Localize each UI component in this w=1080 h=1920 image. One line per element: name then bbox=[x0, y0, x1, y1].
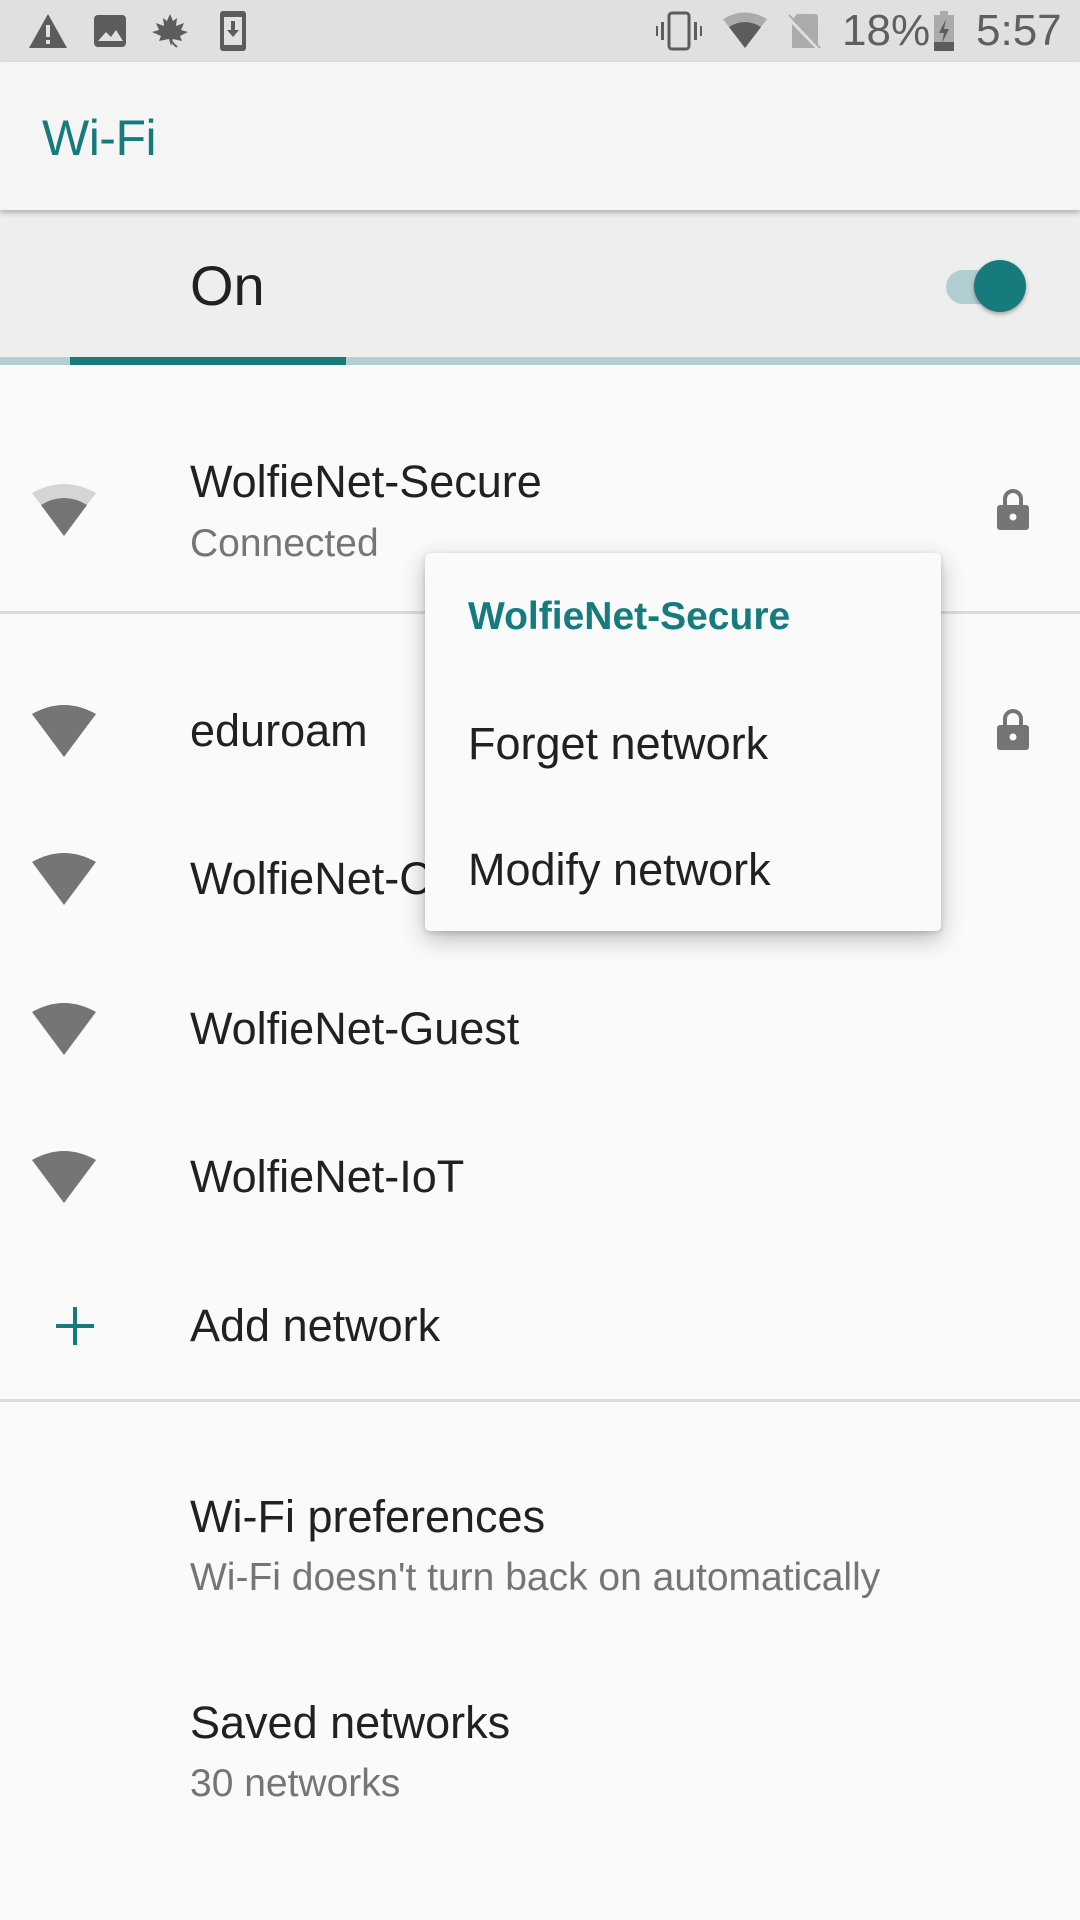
network-name: eduroam bbox=[190, 705, 368, 756]
maple-leaf-icon bbox=[150, 10, 190, 52]
network-item-wolfienet-guest[interactable]: WolfieNet-Guest bbox=[0, 953, 1080, 1103]
wifi-signal-full-icon bbox=[30, 1150, 98, 1204]
modify-network-menu-item[interactable]: Modify network bbox=[468, 842, 771, 898]
add-network-label: Add network bbox=[190, 1300, 441, 1351]
saved-networks-item[interactable]: Saved networks 30 networks bbox=[0, 1612, 1080, 1822]
add-network-button[interactable]: Add network bbox=[0, 1251, 1080, 1399]
network-item-wolfienet-iot[interactable]: WolfieNet-IoT bbox=[0, 1103, 1080, 1251]
lock-icon bbox=[996, 489, 1030, 531]
scan-progress-bar bbox=[0, 357, 1080, 365]
no-sim-icon bbox=[786, 10, 822, 52]
wifi-signal-medium-icon bbox=[30, 483, 98, 537]
battery-percent: 18% bbox=[842, 6, 931, 55]
lock-icon bbox=[996, 709, 1030, 751]
app-bar: Wi-Fi bbox=[0, 62, 1080, 210]
network-context-menu: WolfieNet-Secure Forget network Modify n… bbox=[425, 553, 941, 931]
image-icon bbox=[92, 10, 128, 52]
vibrate-icon bbox=[656, 10, 702, 52]
preferences-title: Wi-Fi preferences bbox=[190, 1491, 546, 1542]
wifi-signal-full-icon bbox=[30, 704, 98, 758]
context-menu-title: WolfieNet-Secure bbox=[468, 595, 791, 638]
wifi-master-switch-row[interactable]: On bbox=[0, 210, 1080, 357]
clock: 5:57 bbox=[976, 6, 1062, 55]
battery-charging-icon bbox=[932, 10, 956, 52]
preferences-subtitle: Wi-Fi doesn't turn back on automatically bbox=[190, 1556, 881, 1599]
wifi-preferences-item[interactable]: Wi-Fi preferences Wi-Fi doesn't turn bac… bbox=[0, 1402, 1080, 1612]
network-status: Connected bbox=[190, 522, 379, 565]
network-name: WolfieNet-Secure bbox=[190, 456, 542, 507]
warning-icon bbox=[28, 10, 68, 52]
toggle-thumb bbox=[974, 260, 1026, 312]
plus-icon bbox=[52, 1303, 98, 1349]
switch-label: On bbox=[190, 254, 265, 317]
status-bar: 18% 5:57 bbox=[0, 0, 1080, 62]
progress-indicator bbox=[70, 357, 346, 365]
wifi-signal-icon bbox=[722, 10, 768, 52]
wifi-signal-full-icon bbox=[30, 1002, 98, 1056]
wifi-signal-full-icon bbox=[30, 852, 98, 906]
page-title: Wi-Fi bbox=[42, 110, 157, 166]
saved-networks-title: Saved networks bbox=[190, 1697, 511, 1748]
download-phone-icon bbox=[218, 10, 248, 52]
network-name: WolfieNet-C bbox=[190, 853, 432, 904]
network-name: WolfieNet-IoT bbox=[190, 1151, 465, 1202]
saved-networks-subtitle: 30 networks bbox=[190, 1762, 401, 1805]
network-name: WolfieNet-Guest bbox=[190, 1003, 520, 1054]
wifi-toggle[interactable] bbox=[944, 258, 1030, 314]
forget-network-menu-item[interactable]: Forget network bbox=[468, 716, 768, 772]
